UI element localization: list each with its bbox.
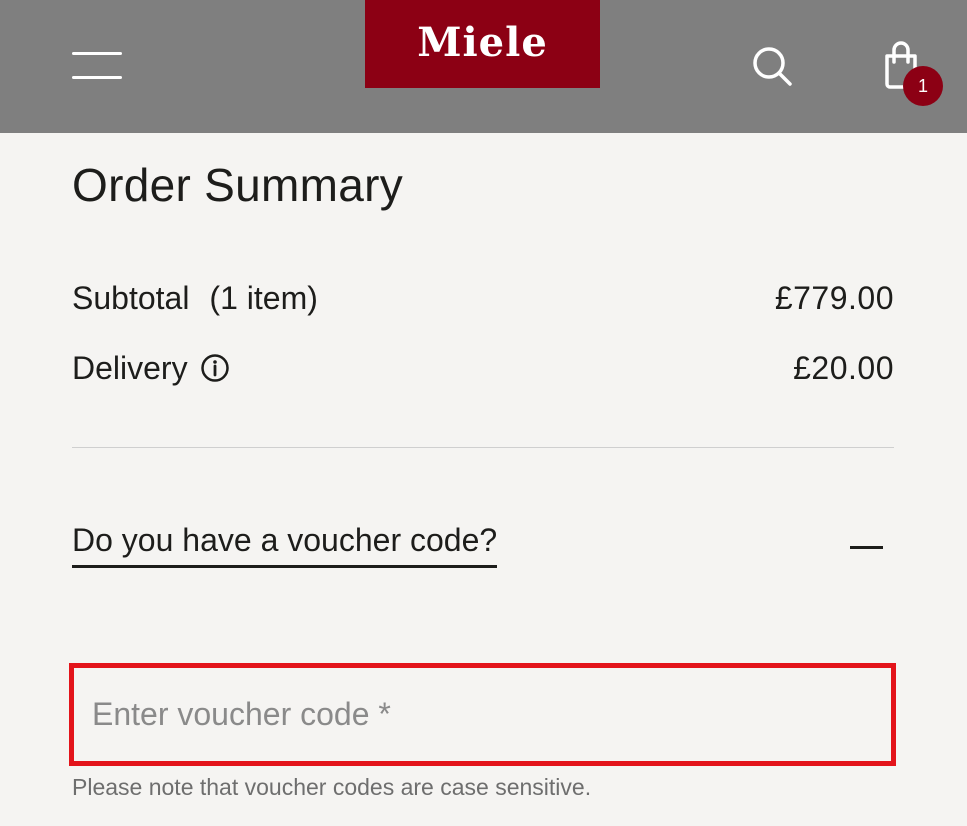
cart-count-badge: 1 bbox=[903, 66, 943, 106]
checkout-page: Miele 1 Order Summary Subtotal (1 item) … bbox=[0, 0, 967, 826]
miele-logo[interactable]: Miele bbox=[365, 0, 600, 88]
menu-button[interactable] bbox=[72, 50, 124, 82]
voucher-code-input[interactable] bbox=[69, 663, 896, 766]
delivery-label-group: Delivery bbox=[72, 350, 230, 387]
delivery-info-button[interactable] bbox=[200, 353, 230, 383]
brand-wordmark: Miele bbox=[417, 18, 548, 66]
collapse-voucher-button[interactable] bbox=[850, 530, 884, 564]
delivery-row: Delivery £20.00 bbox=[72, 346, 894, 390]
search-button[interactable] bbox=[750, 44, 794, 88]
cart-button[interactable]: 1 bbox=[882, 40, 946, 110]
subtotal-label: Subtotal bbox=[72, 279, 190, 316]
summary-divider bbox=[72, 447, 894, 448]
minus-icon bbox=[850, 546, 883, 549]
subtotal-row: Subtotal (1 item) £779.00 bbox=[72, 276, 894, 320]
subtotal-label-group: Subtotal (1 item) bbox=[72, 280, 318, 317]
search-icon bbox=[753, 47, 792, 86]
delivery-value: £20.00 bbox=[793, 349, 894, 386]
voucher-case-note: Please note that voucher codes are case … bbox=[72, 774, 592, 800]
subtotal-item-count: (1 item) bbox=[209, 279, 318, 316]
menu-icon-bar bbox=[72, 52, 122, 55]
info-icon bbox=[200, 354, 229, 382]
voucher-code-toggle[interactable]: Do you have a voucher code? bbox=[72, 522, 498, 568]
menu-icon-bar bbox=[72, 76, 122, 79]
subtotal-value: £779.00 bbox=[774, 279, 894, 316]
site-header: Miele 1 bbox=[0, 0, 967, 133]
order-summary-title: Order Summary bbox=[72, 159, 404, 211]
delivery-label: Delivery bbox=[72, 349, 188, 386]
